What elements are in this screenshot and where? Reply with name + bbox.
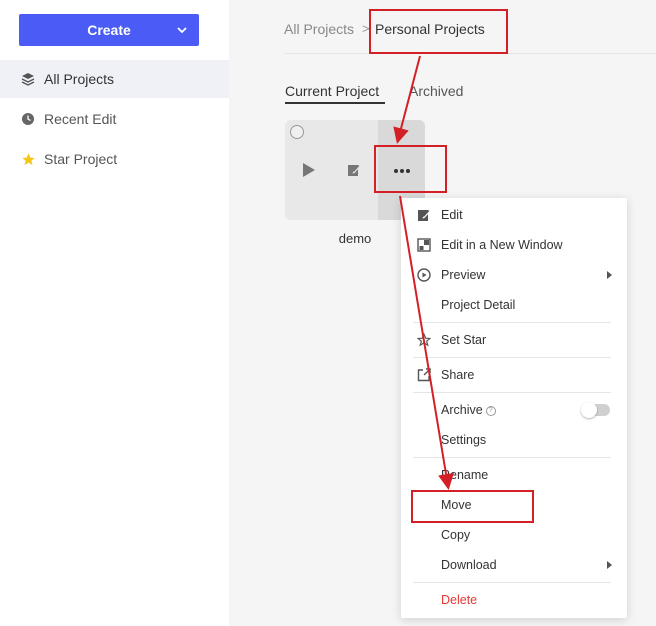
menu-item-label: Edit (441, 208, 463, 222)
annotation-box-move (411, 490, 534, 523)
menu-separator (413, 357, 611, 358)
sidebar-item-star-project[interactable]: Star Project (0, 140, 229, 178)
menu-separator (413, 322, 611, 323)
archive-label: Archive (441, 403, 483, 417)
menu-item-label: Project Detail (441, 298, 516, 312)
star-outline-icon (417, 333, 431, 347)
menu-item-copy[interactable]: Copy (401, 520, 627, 550)
tab-archived[interactable]: Archived (409, 83, 463, 99)
tab-active-indicator (285, 102, 385, 104)
create-button-label: Create (87, 22, 131, 38)
select-radio[interactable] (290, 125, 304, 139)
chevron-down-icon[interactable] (175, 23, 189, 37)
annotation-box-breadcrumb (369, 9, 508, 54)
menu-item-label: Set Star (441, 333, 487, 347)
sidebar-item-recent-edit[interactable]: Recent Edit (0, 100, 229, 138)
submenu-arrow-icon (607, 271, 612, 279)
sidebar-item-label: Recent Edit (44, 111, 117, 127)
annotation-box-more (374, 145, 447, 193)
menu-item-label: Rename (441, 468, 489, 482)
sidebar-item-label: All Projects (44, 71, 115, 87)
submenu-arrow-icon (607, 561, 612, 569)
menu-separator (413, 392, 611, 393)
breadcrumb-all-projects[interactable]: All Projects (284, 21, 354, 37)
menu-item-label: Edit in a New Window (441, 238, 563, 252)
create-button[interactable]: Create (19, 14, 199, 46)
help-icon[interactable]: ? (485, 405, 496, 416)
menu-item-label: Preview (441, 268, 486, 282)
menu-item-preview[interactable]: Preview (401, 260, 627, 290)
menu-item-settings[interactable]: Settings (401, 425, 627, 455)
menu-item-label: Delete (441, 593, 478, 607)
menu-item-edit[interactable]: Edit (401, 200, 627, 230)
menu-item-project-detail[interactable]: Project Detail (401, 290, 627, 320)
context-menu: Edit Edit in a New Window Preview Projec… (401, 198, 627, 618)
menu-separator (413, 582, 611, 583)
menu-item-label: Share (441, 368, 475, 382)
menu-item-delete[interactable]: Delete (401, 585, 627, 615)
menu-item-download[interactable]: Download (401, 550, 627, 580)
menu-item-label: Copy (441, 528, 471, 542)
share-icon (417, 368, 431, 382)
archive-toggle[interactable] (581, 402, 610, 418)
sidebar-item-all-projects[interactable]: All Projects (0, 60, 229, 98)
sidebar: Create All Projects Recent Edit Star Pro… (0, 0, 229, 626)
play-icon[interactable] (302, 162, 316, 178)
star-icon (20, 151, 36, 167)
toggle-knob (581, 402, 597, 418)
menu-item-label: Download (441, 558, 497, 572)
edit-icon (417, 208, 431, 222)
sidebar-item-label: Star Project (44, 151, 118, 167)
menu-item-share[interactable]: Share (401, 360, 627, 390)
menu-item-rename[interactable]: Rename (401, 460, 627, 490)
new-window-icon (417, 238, 431, 252)
layers-icon (20, 71, 36, 87)
play-circle-icon (417, 268, 431, 282)
menu-item-label: Settings (441, 433, 487, 447)
edit-icon[interactable] (347, 163, 361, 177)
menu-item-set-star[interactable]: Set Star (401, 325, 627, 355)
menu-item-edit-new-window[interactable]: Edit in a New Window (401, 230, 627, 260)
menu-item-label: Archive? (441, 403, 496, 417)
tab-current-project[interactable]: Current Project (285, 83, 379, 99)
menu-separator (413, 457, 611, 458)
menu-item-archive[interactable]: Archive? (401, 395, 627, 425)
clock-icon (20, 111, 36, 127)
